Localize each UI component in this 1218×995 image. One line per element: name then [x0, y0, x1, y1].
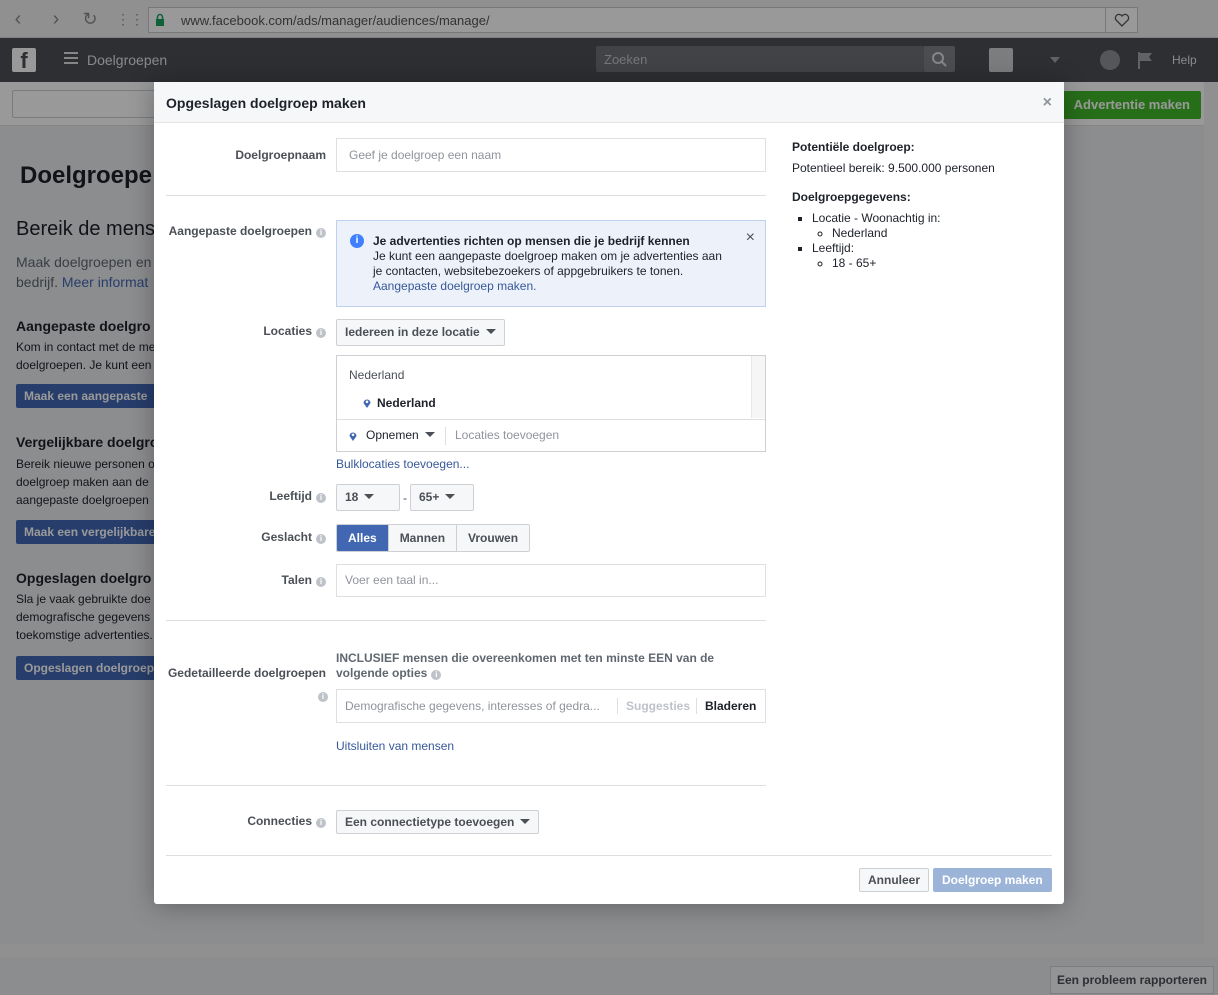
age-separator: -	[403, 491, 407, 505]
footer-divider	[166, 855, 1052, 856]
connections-label: Connecties i	[166, 813, 326, 829]
chevron-down-icon	[520, 819, 531, 824]
locations-input[interactable]: Locaties toevoegen	[455, 428, 559, 442]
chevron-down-icon	[364, 494, 375, 499]
info-icon[interactable]: i	[316, 228, 326, 238]
age-max-select[interactable]: 65+	[410, 484, 474, 511]
chevron-down-icon	[424, 432, 435, 437]
divider	[166, 195, 766, 196]
gender-men-button[interactable]: Mannen	[388, 525, 458, 551]
info-icon[interactable]: i	[316, 818, 326, 828]
location-pin-icon	[363, 399, 371, 408]
gender-women-button[interactable]: Vrouwen	[457, 525, 530, 551]
info-icon[interactable]: i	[316, 577, 326, 587]
location-type-select[interactable]: Iedereen in deze locatie	[336, 319, 505, 346]
detailed-include-text: INCLUSIEF mensen die overeenkomen met te…	[336, 651, 715, 680]
gender-all-button[interactable]: Alles	[337, 525, 389, 551]
divider	[445, 427, 446, 445]
info-icon[interactable]: i	[316, 328, 326, 338]
exclude-people-link[interactable]: Uitsluiten van mensen	[336, 739, 454, 753]
audience-name-input[interactable]: Geef je doelgroep een naam	[336, 138, 766, 172]
chevron-down-icon	[445, 494, 456, 499]
age-label: Leeftijd i	[166, 488, 326, 504]
gender-toggle: Alles Mannen Vrouwen	[336, 524, 531, 552]
dialog-title: Opgeslagen doelgroep maken	[166, 95, 366, 111]
info-icon: i	[350, 234, 364, 248]
divider	[617, 698, 618, 714]
detailed-targeting-box: Demografische gegevens, interesses of ge…	[336, 689, 766, 723]
summary-location: Locatie - Woonachtig in: Nederland	[812, 211, 1052, 241]
detailed-targeting-label: Gedetailleerde doelgroepen	[167, 666, 326, 680]
close-icon[interactable]: ×	[746, 229, 755, 247]
close-icon[interactable]: ×	[1043, 94, 1052, 112]
potential-reach: Potentieel bereik: 9.500.000 personen	[792, 161, 995, 175]
info-icon[interactable]: i	[431, 670, 442, 680]
include-select[interactable]: Opnemen	[366, 428, 435, 442]
locations-box: Nederland Nederland Opnemen Locaties toe…	[336, 355, 766, 452]
bulk-locations-link[interactable]: Bulklocaties toevoegen...	[336, 457, 469, 471]
selected-location[interactable]: Nederland	[377, 396, 436, 410]
languages-input[interactable]: Voer een taal in...	[336, 564, 766, 597]
notice-title: Je advertenties richten op mensen die je…	[373, 234, 690, 248]
potential-audience-heading: Potentiële doelgroep:	[792, 140, 915, 154]
dialog-header: Opgeslagen doelgroep maken ×	[154, 82, 1064, 123]
suggestions-button[interactable]: Suggesties	[626, 699, 690, 713]
create-audience-button[interactable]: Doelgroep maken	[933, 868, 1052, 892]
audience-summary: Potentiële doelgroep: Potentieel bereik:…	[792, 140, 1052, 271]
info-icon[interactable]: i	[316, 493, 326, 503]
detailed-targeting-input[interactable]: Demografische gegevens, interesses of ge…	[345, 699, 600, 713]
create-saved-audience-dialog: Opgeslagen doelgroep maken × Doelgroepna…	[154, 82, 1064, 904]
gender-label: Geslacht i	[166, 529, 326, 545]
cancel-button[interactable]: Annuleer	[859, 868, 930, 892]
custom-audiences-label: Aangepaste doelgroepen i	[166, 223, 326, 239]
divider	[696, 698, 697, 714]
summary-location-value: Nederland	[832, 226, 1052, 241]
age-min-select[interactable]: 18	[336, 484, 400, 511]
audience-details-heading: Doelgroepgegevens:	[792, 190, 911, 204]
notice-body: Je kunt een aangepaste doelgroep maken o…	[373, 249, 722, 278]
info-icon[interactable]: i	[316, 534, 326, 544]
browse-button[interactable]: Bladeren	[705, 699, 756, 713]
location-add-row: Opnemen Locaties toevoegen	[337, 419, 765, 451]
location-country: Nederland	[349, 368, 405, 382]
connection-type-select[interactable]: Een connectietype toevoegen	[336, 810, 540, 834]
summary-age-value: 18 - 65+	[832, 256, 1052, 271]
chevron-down-icon	[485, 329, 496, 334]
languages-label: Talen i	[166, 572, 326, 588]
summary-age: Leeftijd: 18 - 65+	[812, 241, 1052, 271]
audience-name-label: Doelgroepnaam	[235, 148, 326, 162]
location-pin-icon	[349, 432, 357, 441]
divider	[166, 785, 766, 786]
divider	[166, 620, 766, 621]
custom-audience-notice: i Je advertenties richten op mensen die …	[336, 220, 766, 307]
locations-scrollbar[interactable]	[751, 356, 765, 418]
info-icon[interactable]: i	[318, 692, 328, 702]
locations-label: Locaties i	[166, 323, 326, 339]
create-custom-audience-link[interactable]: Aangepaste doelgroep maken.	[373, 279, 536, 293]
